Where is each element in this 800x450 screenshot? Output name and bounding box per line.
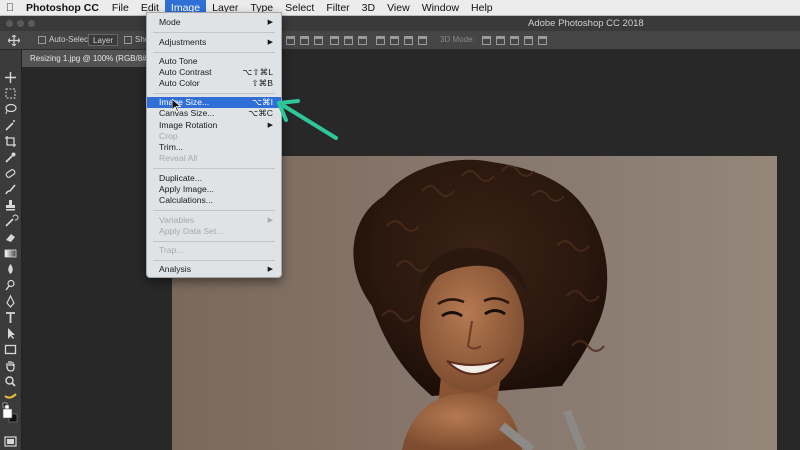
align-bottom-icon[interactable] xyxy=(314,36,323,45)
align-top-icon[interactable] xyxy=(286,36,295,45)
apple-icon[interactable]:  xyxy=(0,2,20,14)
blur-tool-icon[interactable] xyxy=(2,262,19,277)
distribute-center-icon[interactable] xyxy=(390,36,399,45)
align-right-icon[interactable] xyxy=(358,36,367,45)
submenu-arrow-icon: ▶ xyxy=(267,217,273,224)
3d-scale-icon[interactable] xyxy=(538,36,547,45)
options-bar: Auto-Select: Layer Sho 3D Mode: xyxy=(0,31,800,50)
healing-brush-tool-icon[interactable] xyxy=(2,166,19,181)
submenu-arrow-icon: ▶ xyxy=(267,39,273,46)
menu-item-trim[interactable]: Trim... xyxy=(147,142,281,153)
menu-separator xyxy=(153,241,275,242)
menu-item-image-rotation[interactable]: Image Rotation ▶ xyxy=(147,120,281,131)
align-horizontal-center-icon[interactable] xyxy=(344,36,353,45)
menu-separator xyxy=(153,260,275,261)
screen-mode-icon[interactable] xyxy=(2,434,19,449)
annotation-arrow-icon xyxy=(277,99,338,140)
submenu-arrow-icon: ▶ xyxy=(267,266,273,273)
app-menu[interactable]: Photoshop CC xyxy=(20,2,106,14)
photoshop-window:  Photoshop CC File Edit Image Layer Typ… xyxy=(0,0,800,450)
brush-tool-icon[interactable] xyxy=(2,182,19,197)
move-tool-icon[interactable] xyxy=(2,70,19,85)
menu-separator xyxy=(153,32,275,33)
history-brush-tool-icon[interactable] xyxy=(2,214,19,229)
3d-roll-icon[interactable] xyxy=(496,36,505,45)
more-tools-icon[interactable] xyxy=(2,388,19,403)
menu-item-analysis[interactable]: Analysis ▶ xyxy=(147,264,281,275)
menu-window[interactable]: Window xyxy=(416,0,465,16)
menu-item-apply-data-set: Apply Data Set... xyxy=(159,226,224,236)
document-tab[interactable]: Resizing 1.jpg @ 100% (RGB/8# xyxy=(22,50,146,67)
3d-orbit-icon[interactable] xyxy=(482,36,491,45)
menu-separator xyxy=(153,52,275,53)
tools-panel xyxy=(0,50,22,450)
mouse-cursor-icon xyxy=(172,99,181,112)
3d-slide-icon[interactable] xyxy=(524,36,533,45)
align-vertical-center-icon[interactable] xyxy=(300,36,309,45)
auto-select-checkbox[interactable] xyxy=(38,36,46,44)
window-title: Adobe Photoshop CC 2018 xyxy=(528,18,644,29)
menu-item-mode[interactable]: Mode ▶ xyxy=(147,17,281,28)
crop-tool-icon[interactable] xyxy=(2,134,19,149)
title-bar: Adobe Photoshop CC 2018 xyxy=(0,16,800,31)
menu-item-trap: Trap... xyxy=(159,245,184,255)
menu-file[interactable]: File xyxy=(106,0,135,16)
menu-item-adjustments[interactable]: Adjustments ▶ xyxy=(147,37,281,48)
rectangle-tool-icon[interactable] xyxy=(2,342,19,357)
zoom-tool-icon[interactable] xyxy=(2,374,19,389)
menu-item-canvas-size[interactable]: Canvas Size... ⌥⌘C xyxy=(147,108,281,119)
menu-item-duplicate[interactable]: Duplicate... xyxy=(147,173,281,184)
menu-select[interactable]: Select xyxy=(279,0,320,16)
eyedropper-tool-icon[interactable] xyxy=(2,150,19,165)
eraser-tool-icon[interactable] xyxy=(2,230,19,245)
menu-item-variables: Variables ▶ xyxy=(159,215,273,225)
pen-tool-icon[interactable] xyxy=(2,294,19,309)
menu-item-auto-tone[interactable]: Auto Tone xyxy=(147,56,281,67)
menu-filter[interactable]: Filter xyxy=(320,0,355,16)
marquee-tool-icon[interactable] xyxy=(2,86,19,101)
menu-item-crop: Crop xyxy=(159,131,178,141)
3d-pan-icon[interactable] xyxy=(510,36,519,45)
submenu-arrow-icon: ▶ xyxy=(267,19,273,26)
zoom-window-button[interactable] xyxy=(28,20,35,27)
menu-item-calculations[interactable]: Calculations... xyxy=(147,195,281,206)
hand-tool-icon[interactable] xyxy=(2,358,19,373)
menu-item-apply-image[interactable]: Apply Image... xyxy=(147,184,281,195)
distribute-top-icon[interactable] xyxy=(376,36,385,45)
3d-mode-label: 3D Mode: xyxy=(440,35,475,44)
foreground-background-color-icon[interactable] xyxy=(2,408,19,423)
menu-separator xyxy=(153,210,275,211)
magic-wand-tool-icon[interactable] xyxy=(2,118,19,133)
menu-item-auto-color[interactable]: Auto Color ⇧⌘B xyxy=(147,78,281,89)
minimize-window-button[interactable] xyxy=(17,20,24,27)
menu-help[interactable]: Help xyxy=(465,0,499,16)
menu-separator xyxy=(153,93,275,94)
clone-stamp-tool-icon[interactable] xyxy=(2,198,19,213)
align-left-icon[interactable] xyxy=(330,36,339,45)
lasso-tool-icon[interactable] xyxy=(2,102,19,117)
menu-item-image-size[interactable]: Image Size... ⌥⌘I xyxy=(147,97,281,108)
close-window-button[interactable] xyxy=(6,20,13,27)
dodge-tool-icon[interactable] xyxy=(2,278,19,293)
type-tool-icon[interactable] xyxy=(2,310,19,325)
menubar:  Photoshop CC File Edit Image Layer Typ… xyxy=(0,0,800,16)
menu-view[interactable]: View xyxy=(381,0,416,16)
image-menu-dropdown: Mode ▶ Adjustments ▶ Auto Tone Auto Cont… xyxy=(146,12,282,278)
distribute-bottom-icon[interactable] xyxy=(404,36,413,45)
path-selection-tool-icon[interactable] xyxy=(2,326,19,341)
auto-select-label: Auto-Select: xyxy=(49,35,93,44)
menu-separator xyxy=(153,168,275,169)
menu-item-reveal-all: Reveal All xyxy=(159,153,198,163)
menu-3d[interactable]: 3D xyxy=(356,0,381,16)
menu-item-auto-contrast[interactable]: Auto Contrast ⌥⇧⌘L xyxy=(147,67,281,78)
gradient-tool-icon[interactable] xyxy=(2,246,19,261)
move-tool-preset-icon[interactable] xyxy=(7,34,21,48)
distribute-left-icon[interactable] xyxy=(418,36,427,45)
auto-select-dropdown[interactable]: Layer xyxy=(88,34,119,46)
show-transform-checkbox[interactable] xyxy=(124,36,132,44)
